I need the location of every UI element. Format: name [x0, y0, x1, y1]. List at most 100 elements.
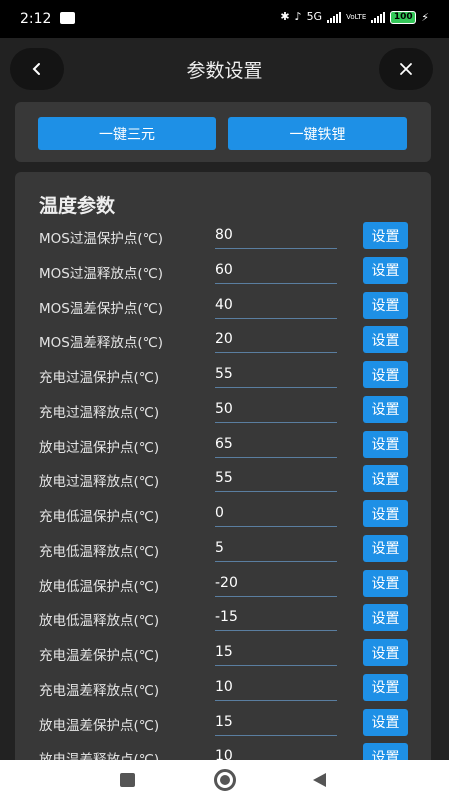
param-row: 充电温差保护点(℃) 15 设置 — [15, 637, 431, 671]
param-value-input[interactable]: 80 — [215, 227, 233, 243]
param-row: 充电过温释放点(℃) 50 设置 — [15, 394, 431, 428]
input-underline — [215, 526, 337, 527]
param-label: 充电低温释放点(℃) — [39, 543, 160, 560]
input-underline — [215, 387, 337, 388]
notification-icon — [60, 12, 75, 24]
input-underline — [215, 352, 337, 354]
signal-icon-2 — [371, 11, 386, 23]
battery-icon: 100 — [390, 10, 417, 24]
param-value-input[interactable]: 55 — [215, 366, 233, 382]
preset-sanyuan-button[interactable]: 一键三元 — [38, 117, 216, 150]
set-button[interactable]: 设置 — [363, 222, 408, 249]
param-label: MOS过温释放点(℃) — [39, 265, 164, 282]
input-underline — [215, 699, 337, 701]
param-row: 放电温差保护点(℃) 15 设置 — [15, 707, 431, 741]
system-nav-bar — [0, 760, 449, 800]
back-triangle-icon[interactable] — [313, 773, 326, 787]
param-value-input[interactable]: 15 — [215, 714, 233, 730]
param-value-input[interactable]: 10 — [215, 679, 233, 695]
charging-icon: ⚡ — [421, 10, 429, 24]
param-row: MOS过温释放点(℃) 60 设置 — [15, 255, 431, 289]
set-button[interactable]: 设置 — [363, 326, 408, 354]
param-row: 充电低温保护点(℃) 0 设置 — [15, 498, 431, 532]
param-value-input[interactable]: 0 — [215, 505, 224, 521]
status-bar: 2:12 ✱ ♪ 5G VoLTE 100 ⚡ — [0, 0, 449, 38]
param-value-input[interactable]: 65 — [215, 436, 233, 452]
param-label: 放电低温释放点(℃) — [39, 613, 160, 630]
set-button[interactable]: 设置 — [363, 361, 408, 388]
param-value-input[interactable]: 60 — [215, 262, 233, 278]
param-value-input[interactable]: 10 — [215, 748, 233, 760]
close-button[interactable] — [379, 48, 433, 90]
set-button[interactable]: 设置 — [363, 673, 408, 701]
param-label: MOS温差释放点(℃) — [39, 335, 164, 352]
signal-icon — [327, 11, 342, 23]
param-row: 充电低温释放点(℃) 5 设置 — [15, 533, 431, 567]
param-value-input[interactable]: 55 — [215, 470, 233, 486]
param-row: MOS温差释放点(℃) 20 设置 — [15, 324, 431, 358]
input-underline — [215, 421, 337, 423]
input-underline — [215, 248, 337, 249]
param-label: MOS温差保护点(℃) — [39, 300, 164, 317]
preset-card: 一键三元 一键铁锂 — [15, 102, 431, 162]
input-underline — [215, 595, 337, 597]
param-value-input[interactable]: 20 — [215, 331, 233, 347]
param-label: 放电过温保护点(℃) — [39, 439, 160, 456]
set-button[interactable]: 设置 — [363, 500, 408, 527]
mute-icon: ♪ — [294, 10, 302, 23]
param-label: MOS过温保护点(℃) — [39, 231, 164, 247]
input-underline — [215, 560, 337, 562]
preset-tieli-button[interactable]: 一键铁锂 — [228, 117, 407, 150]
param-label: 充电过温释放点(℃) — [39, 404, 160, 421]
status-icons: ✱ ♪ 5G VoLTE 100 ⚡ — [280, 10, 429, 24]
param-row: MOS温差保护点(℃) 40 设置 — [15, 290, 431, 324]
set-button[interactable]: 设置 — [363, 465, 408, 493]
set-button[interactable]: 设置 — [363, 639, 408, 666]
param-value-input[interactable]: 50 — [215, 401, 233, 417]
param-label: 放电温差保护点(℃) — [39, 717, 160, 734]
input-underline — [215, 456, 337, 458]
param-row: 放电过温释放点(℃) 55 设置 — [15, 463, 431, 497]
param-row: MOS过温保护点(℃) 80 设置 — [15, 220, 431, 254]
param-row: 充电温差释放点(℃) 10 设置 — [15, 672, 431, 706]
input-underline — [215, 734, 337, 736]
param-label: 放电低温保护点(℃) — [39, 578, 160, 595]
recents-icon[interactable] — [120, 773, 135, 787]
set-button[interactable]: 设置 — [363, 708, 408, 736]
set-button[interactable]: 设置 — [363, 256, 408, 284]
param-value-input[interactable]: 40 — [215, 297, 233, 313]
param-label: 充电低温保护点(℃) — [39, 509, 160, 525]
input-underline — [215, 317, 337, 319]
set-button[interactable]: 设置 — [363, 395, 408, 423]
param-label: 充电温差释放点(℃) — [39, 682, 160, 699]
input-underline — [215, 491, 337, 493]
set-button[interactable]: 设置 — [363, 534, 408, 562]
param-value-input[interactable]: 5 — [215, 540, 224, 556]
network-type: 5G — [306, 10, 323, 23]
param-row: 放电低温保护点(℃) -20 设置 — [15, 568, 431, 602]
header: 参数设置 — [0, 38, 449, 100]
param-row: 放电过温保护点(℃) 65 设置 — [15, 429, 431, 463]
home-icon[interactable] — [214, 769, 236, 791]
set-button[interactable]: 设置 — [363, 430, 408, 458]
param-row: 放电温差释放点(℃) 10 设置 — [15, 741, 431, 760]
param-label: 放电温差释放点(℃) — [39, 748, 159, 760]
param-label: 充电温差保护点(℃) — [39, 648, 160, 664]
volte-badge: VoLTE — [346, 13, 367, 21]
param-value-input[interactable]: 15 — [215, 644, 233, 660]
input-underline — [215, 665, 337, 666]
set-button[interactable]: 设置 — [363, 569, 408, 597]
input-underline — [215, 630, 337, 632]
param-row: 放电低温释放点(℃) -15 设置 — [15, 602, 431, 636]
app-screen: 参数设置 一键三元 一键铁锂 温度参数 MOS过温保护点(℃) 80 设置 MOS过温… — [0, 38, 449, 760]
param-label: 放电过温释放点(℃) — [39, 474, 160, 491]
bluetooth-icon: ✱ — [280, 10, 290, 23]
input-underline — [215, 282, 337, 284]
set-button[interactable]: 设置 — [363, 291, 408, 319]
param-row: 充电过温保护点(℃) 55 设置 — [15, 359, 431, 393]
param-value-input[interactable]: -20 — [215, 575, 238, 591]
param-value-input[interactable]: -15 — [215, 609, 238, 625]
set-button[interactable]: 设置 — [363, 743, 408, 760]
section-title: 温度参数 — [39, 195, 116, 217]
set-button[interactable]: 设置 — [363, 604, 408, 632]
